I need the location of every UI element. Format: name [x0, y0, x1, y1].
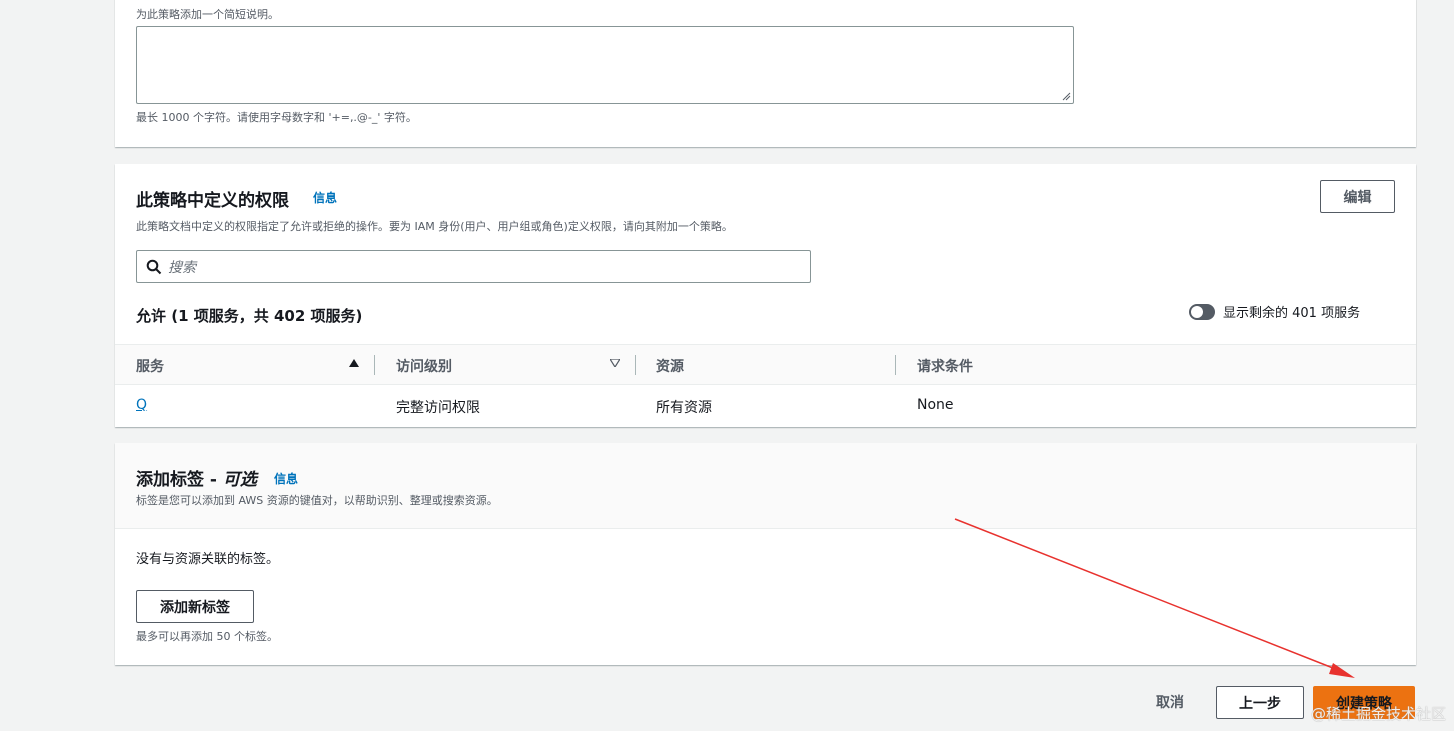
- column-divider[interactable]: [635, 355, 636, 375]
- condition-cell: None: [917, 397, 954, 413]
- column-resource[interactable]: 资源: [656, 356, 684, 376]
- tags-title-optional: 可选: [222, 470, 257, 490]
- permissions-subtitle: 此策略文档中定义的权限指定了允许或拒绝的操作。要为 IAM 身份(用户、用户组或…: [136, 220, 733, 233]
- edit-button[interactable]: 编辑: [1320, 180, 1395, 213]
- description-hint: 为此策略添加一个简短说明。: [136, 8, 279, 21]
- resize-grip-icon[interactable]: [1062, 92, 1071, 101]
- resource-cell: 所有资源: [656, 400, 712, 416]
- tags-limit-text: 最多可以再添加 50 个标签。: [136, 630, 278, 643]
- cancel-button[interactable]: 取消: [1156, 692, 1184, 712]
- add-new-tag-button[interactable]: 添加新标签: [136, 590, 254, 623]
- allow-heading: 允许 (1 项服务，共 402 项服务): [136, 307, 363, 325]
- description-panel: 为此策略添加一个简短说明。 最长 1000 个字符。请使用字母数字和 '+=,.…: [115, 0, 1416, 147]
- column-request-condition[interactable]: 请求条件: [917, 356, 973, 376]
- tags-title: 添加标签 - 可选: [136, 465, 257, 490]
- show-remaining-toggle[interactable]: [1189, 304, 1215, 320]
- watermark: @稀土掘金技术社区: [1310, 705, 1446, 723]
- column-divider[interactable]: [374, 355, 375, 375]
- permissions-panel: 此策略中定义的权限 信息 此策略文档中定义的权限指定了允许或拒绝的操作。要为 I…: [115, 164, 1416, 427]
- column-divider[interactable]: [895, 355, 896, 375]
- tags-info-link[interactable]: 信息: [274, 470, 298, 487]
- access-level-cell: 完整访问权限: [396, 400, 480, 416]
- permissions-title: 此策略中定义的权限: [136, 191, 289, 211]
- sort-ascending-icon[interactable]: [349, 359, 359, 367]
- previous-button[interactable]: 上一步: [1216, 686, 1304, 719]
- tags-header: 添加标签 - 可选 信息 标签是您可以添加到 AWS 资源的键值对，以帮助识别、…: [115, 443, 1416, 529]
- show-remaining-label: 显示剩余的 401 项服务: [1223, 306, 1361, 321]
- no-tags-text: 没有与资源关联的标签。: [136, 552, 280, 567]
- tags-title-main: 添加标签 -: [136, 470, 223, 490]
- sort-descending-icon[interactable]: [610, 359, 620, 367]
- table-header: 服务 访问级别 资源 请求条件: [115, 344, 1416, 385]
- column-service[interactable]: 服务: [136, 356, 164, 376]
- tags-panel: 添加标签 - 可选 信息 标签是您可以添加到 AWS 资源的键值对，以帮助识别、…: [115, 443, 1416, 665]
- description-limit-hint: 最长 1000 个字符。请使用字母数字和 '+=,.@-_' 字符。: [136, 111, 417, 124]
- column-access-level[interactable]: 访问级别: [396, 356, 452, 376]
- tags-subtitle: 标签是您可以添加到 AWS 资源的键值对，以帮助识别、整理或搜索资源。: [136, 494, 498, 507]
- permissions-info-link[interactable]: 信息: [313, 189, 337, 206]
- search-icon: [146, 259, 162, 274]
- service-link-q[interactable]: Q: [136, 397, 147, 413]
- search-input[interactable]: 搜索: [136, 250, 811, 283]
- search-placeholder: 搜索: [168, 259, 196, 276]
- description-textarea[interactable]: [136, 26, 1074, 104]
